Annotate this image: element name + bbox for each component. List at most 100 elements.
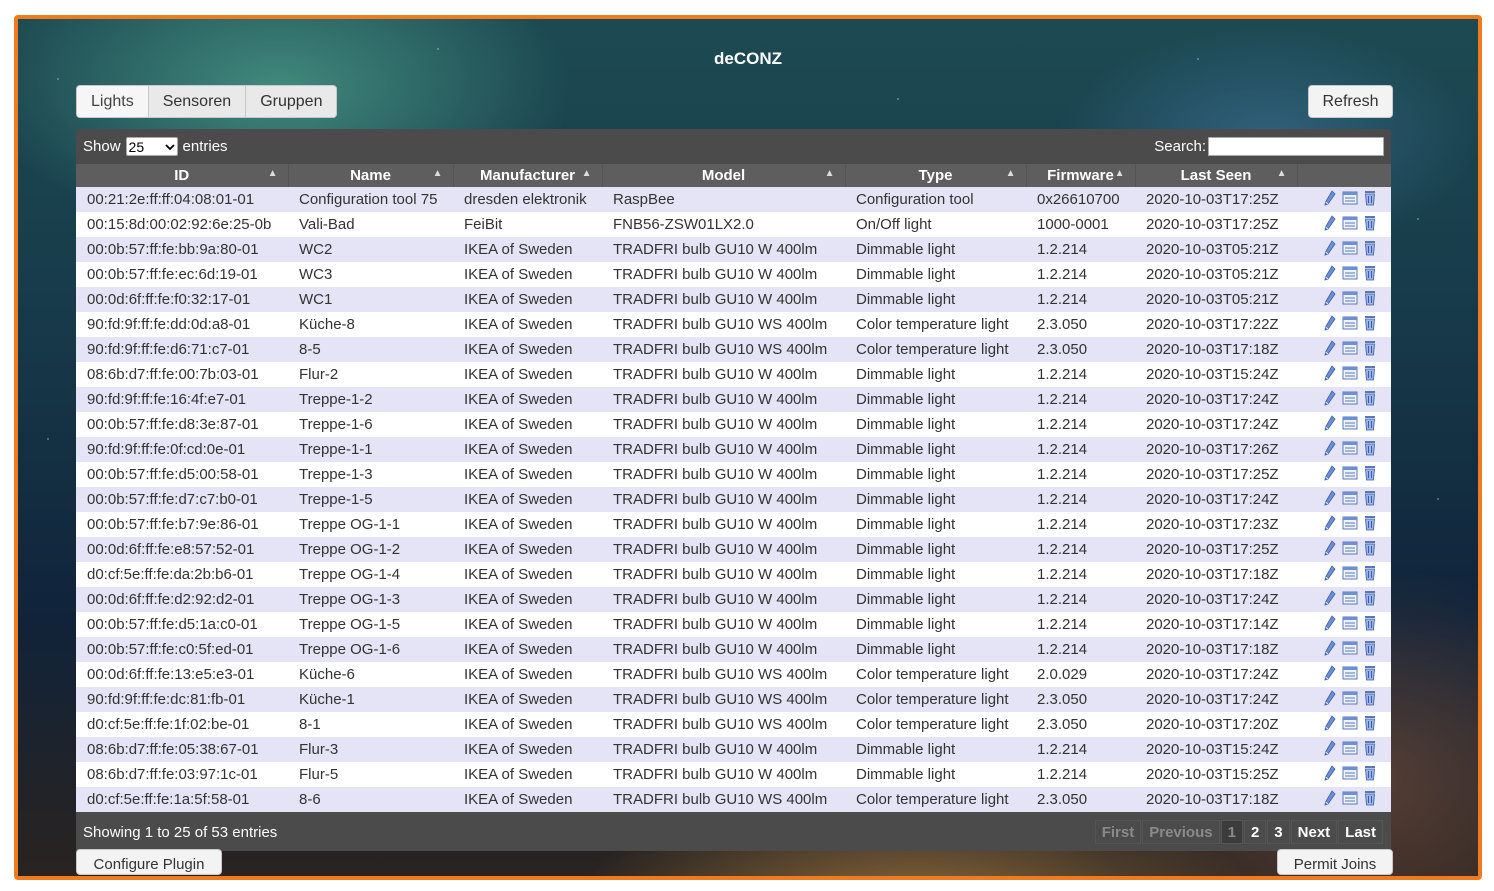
edit-icon[interactable] <box>1322 789 1338 810</box>
details-icon[interactable] <box>1342 615 1358 635</box>
details-icon[interactable] <box>1342 715 1358 735</box>
details-icon[interactable] <box>1342 465 1358 485</box>
delete-icon[interactable] <box>1362 415 1378 435</box>
edit-icon[interactable] <box>1322 239 1338 260</box>
edit-icon[interactable] <box>1322 214 1338 235</box>
table-row[interactable]: 90:fd:9f:ff:fe:0f:cd:0e-01 Treppe-1-1 IKEA… <box>76 437 1391 462</box>
details-icon[interactable] <box>1342 590 1358 610</box>
details-icon[interactable] <box>1342 765 1358 785</box>
pagination-last[interactable]: Last <box>1338 820 1383 844</box>
edit-icon[interactable] <box>1322 414 1338 435</box>
delete-icon[interactable] <box>1362 240 1378 260</box>
pagination-2[interactable]: 2 <box>1243 820 1267 844</box>
table-row[interactable]: d0:cf:5e:ff:fe:da:2b:b6-01 Treppe OG-1-4 I… <box>76 562 1391 587</box>
pagination-1[interactable]: 1 <box>1220 820 1243 844</box>
table-row[interactable]: 00:15:8d:00:02:92:6e:25-0b Vali-Bad FeiBit… <box>76 212 1391 237</box>
permit-joins-button[interactable]: Permit Joins <box>1277 849 1393 875</box>
edit-icon[interactable] <box>1322 589 1338 610</box>
table-row[interactable]: 90:fd:9f:ff:fe:dd:0d:a8-01 Küche-8 IKEA of… <box>76 312 1391 337</box>
delete-icon[interactable] <box>1362 390 1378 410</box>
delete-icon[interactable] <box>1362 565 1378 585</box>
details-icon[interactable] <box>1342 740 1358 760</box>
edit-icon[interactable] <box>1322 614 1338 635</box>
table-row[interactable]: 90:fd:9f:ff:fe:d6:71:c7-01 8-5 IKEA of Swe… <box>76 337 1391 362</box>
table-row[interactable]: 00:0b:57:ff:fe:d5:00:58-01 Treppe-1-3 IKEA… <box>76 462 1391 487</box>
edit-icon[interactable] <box>1322 764 1338 785</box>
details-icon[interactable] <box>1342 240 1358 260</box>
delete-icon[interactable] <box>1362 665 1378 685</box>
delete-icon[interactable] <box>1362 515 1378 535</box>
edit-icon[interactable] <box>1322 364 1338 385</box>
delete-icon[interactable] <box>1362 615 1378 635</box>
table-row[interactable]: 00:0d:6f:ff:fe:13:e5:e3-01 Küche-6 IKEA of… <box>76 662 1391 687</box>
delete-icon[interactable] <box>1362 790 1378 810</box>
edit-icon[interactable] <box>1322 714 1338 735</box>
delete-icon[interactable] <box>1362 540 1378 560</box>
details-icon[interactable] <box>1342 665 1358 685</box>
table-row[interactable]: 00:0d:6f:ff:fe:d2:92:d2-01 Treppe OG-1-3 I… <box>76 587 1391 612</box>
details-icon[interactable] <box>1342 640 1358 660</box>
edit-icon[interactable] <box>1322 464 1338 485</box>
table-row[interactable]: d0:cf:5e:ff:fe:1f:02:be-01 8-1 IKEA of Swe… <box>76 712 1391 737</box>
table-row[interactable]: 08:6b:d7:ff:fe:03:97:1c-01 Flur-5 IKEA of … <box>76 762 1391 787</box>
edit-icon[interactable] <box>1322 439 1338 460</box>
edit-icon[interactable] <box>1322 564 1338 585</box>
details-icon[interactable] <box>1342 215 1358 235</box>
edit-icon[interactable] <box>1322 339 1338 360</box>
table-row[interactable]: 00:0b:57:ff:fe:bb:9a:80-01 WC2 IKEA of Swe… <box>76 237 1391 262</box>
table-row[interactable]: 90:fd:9f:ff:fe:dc:81:fb-01 Küche-1 IKEA of… <box>76 687 1391 712</box>
table-row[interactable]: 08:6b:d7:ff:fe:00:7b:03-01 Flur-2 IKEA of … <box>76 362 1391 387</box>
delete-icon[interactable] <box>1362 365 1378 385</box>
column-header-firmware[interactable]: Firmware ▲ <box>1026 164 1136 187</box>
tab-lights[interactable]: Lights <box>77 86 149 117</box>
edit-icon[interactable] <box>1322 664 1338 685</box>
delete-icon[interactable] <box>1362 340 1378 360</box>
column-header-last-seen[interactable]: Last Seen ▲ <box>1135 164 1298 187</box>
delete-icon[interactable] <box>1362 765 1378 785</box>
page-length-select[interactable]: 25 <box>125 137 178 156</box>
tab-gruppen[interactable]: Gruppen <box>246 86 336 117</box>
table-row[interactable]: 00:0b:57:ff:fe:d8:3e:87-01 Treppe-1-6 IKEA… <box>76 412 1391 437</box>
edit-icon[interactable] <box>1322 389 1338 410</box>
pagination-3[interactable]: 3 <box>1267 820 1290 844</box>
details-icon[interactable] <box>1342 415 1358 435</box>
column-header-type[interactable]: Type ▲ <box>845 164 1027 187</box>
details-icon[interactable] <box>1342 365 1358 385</box>
details-icon[interactable] <box>1342 190 1358 210</box>
edit-icon[interactable] <box>1322 514 1338 535</box>
details-icon[interactable] <box>1342 690 1358 710</box>
details-icon[interactable] <box>1342 565 1358 585</box>
tab-sensoren[interactable]: Sensoren <box>149 86 247 117</box>
details-icon[interactable] <box>1342 790 1358 810</box>
edit-icon[interactable] <box>1322 639 1338 660</box>
edit-icon[interactable] <box>1322 189 1338 210</box>
edit-icon[interactable] <box>1322 739 1338 760</box>
details-icon[interactable] <box>1342 390 1358 410</box>
delete-icon[interactable] <box>1362 715 1378 735</box>
table-row[interactable]: 08:6b:d7:ff:fe:05:38:67-01 Flur-3 IKEA of … <box>76 737 1391 762</box>
delete-icon[interactable] <box>1362 740 1378 760</box>
delete-icon[interactable] <box>1362 490 1378 510</box>
edit-icon[interactable] <box>1322 689 1338 710</box>
details-icon[interactable] <box>1342 265 1358 285</box>
delete-icon[interactable] <box>1362 440 1378 460</box>
table-row[interactable]: 00:0b:57:ff:fe:b7:9e:86-01 Treppe OG-1-1 I… <box>76 512 1391 537</box>
edit-icon[interactable] <box>1322 289 1338 310</box>
column-header-manufacturer[interactable]: Manufacturer ▲ <box>453 164 603 187</box>
delete-icon[interactable] <box>1362 640 1378 660</box>
edit-icon[interactable] <box>1322 489 1338 510</box>
table-row[interactable]: 00:0d:6f:ff:fe:f0:32:17-01 WC1 IKEA of Swe… <box>76 287 1391 312</box>
delete-icon[interactable] <box>1362 215 1378 235</box>
table-row[interactable]: 00:0b:57:ff:fe:c0:5f:ed-01 Treppe OG-1-6 I… <box>76 637 1391 662</box>
edit-icon[interactable] <box>1322 264 1338 285</box>
pagination-next[interactable]: Next <box>1290 820 1338 844</box>
table-row[interactable]: d0:cf:5e:ff:fe:1a:5f:58-01 8-6 IKEA of Swe… <box>76 787 1391 812</box>
delete-icon[interactable] <box>1362 290 1378 310</box>
details-icon[interactable] <box>1342 440 1358 460</box>
table-row[interactable]: 00:0d:6f:ff:fe:e8:57:52-01 Treppe OG-1-2 I… <box>76 537 1391 562</box>
details-icon[interactable] <box>1342 540 1358 560</box>
column-header-id[interactable]: ID ▲ <box>76 164 289 187</box>
delete-icon[interactable] <box>1362 315 1378 335</box>
delete-icon[interactable] <box>1362 690 1378 710</box>
table-row[interactable]: 90:fd:9f:ff:fe:16:4f:e7-01 Treppe-1-2 IKEA… <box>76 387 1391 412</box>
